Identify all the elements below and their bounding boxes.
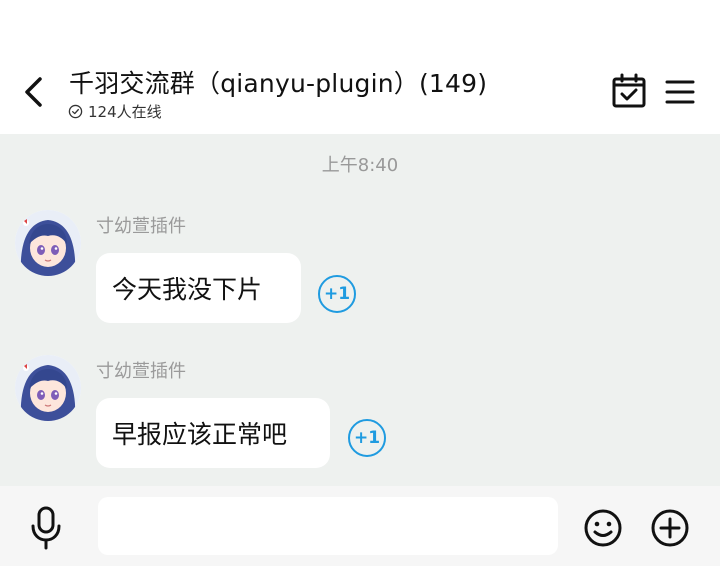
- sender-name[interactable]: 寸幼萱插件: [96, 357, 186, 383]
- add-button[interactable]: [650, 508, 690, 548]
- menu-icon: [665, 80, 695, 104]
- chat-area[interactable]: 上午8:40 寸幼萱插件 今天我没下片 +1 寸幼萱插件 早报应该正常吧 +1: [0, 134, 720, 486]
- voice-button[interactable]: [28, 506, 64, 550]
- back-button[interactable]: [18, 76, 50, 108]
- avatar-image: [15, 355, 81, 421]
- message-timestamp: 上午8:40: [321, 155, 399, 176]
- message-input[interactable]: [98, 497, 558, 555]
- calendar-check-icon: [612, 73, 646, 108]
- plus-circle-icon: [651, 509, 689, 547]
- message-bubble[interactable]: 早报应该正常吧: [96, 398, 330, 468]
- message-bubble[interactable]: 今天我没下片: [96, 253, 301, 323]
- avatar-image: [15, 210, 81, 276]
- avatar[interactable]: [15, 210, 81, 276]
- check-circle-icon: [68, 104, 83, 119]
- chat-header: 千羽交流群（qianyu-plugin）(149) 124人在线: [0, 0, 720, 134]
- microphone-icon: [31, 506, 61, 550]
- plus-one-button[interactable]: +1: [348, 419, 386, 457]
- sender-name[interactable]: 寸幼萱插件: [96, 212, 186, 238]
- calendar-button[interactable]: [610, 72, 648, 110]
- back-arrow-icon: [25, 77, 42, 107]
- avatar[interactable]: [15, 355, 81, 421]
- online-status: 124人在线: [68, 101, 162, 122]
- menu-button[interactable]: [664, 76, 696, 108]
- group-title[interactable]: 千羽交流群（qianyu-plugin）(149): [69, 64, 487, 100]
- plus-one-button[interactable]: +1: [318, 275, 356, 313]
- emoji-button[interactable]: [583, 508, 623, 548]
- smiley-icon: [584, 509, 622, 547]
- online-count-text: 124人在线: [88, 103, 162, 121]
